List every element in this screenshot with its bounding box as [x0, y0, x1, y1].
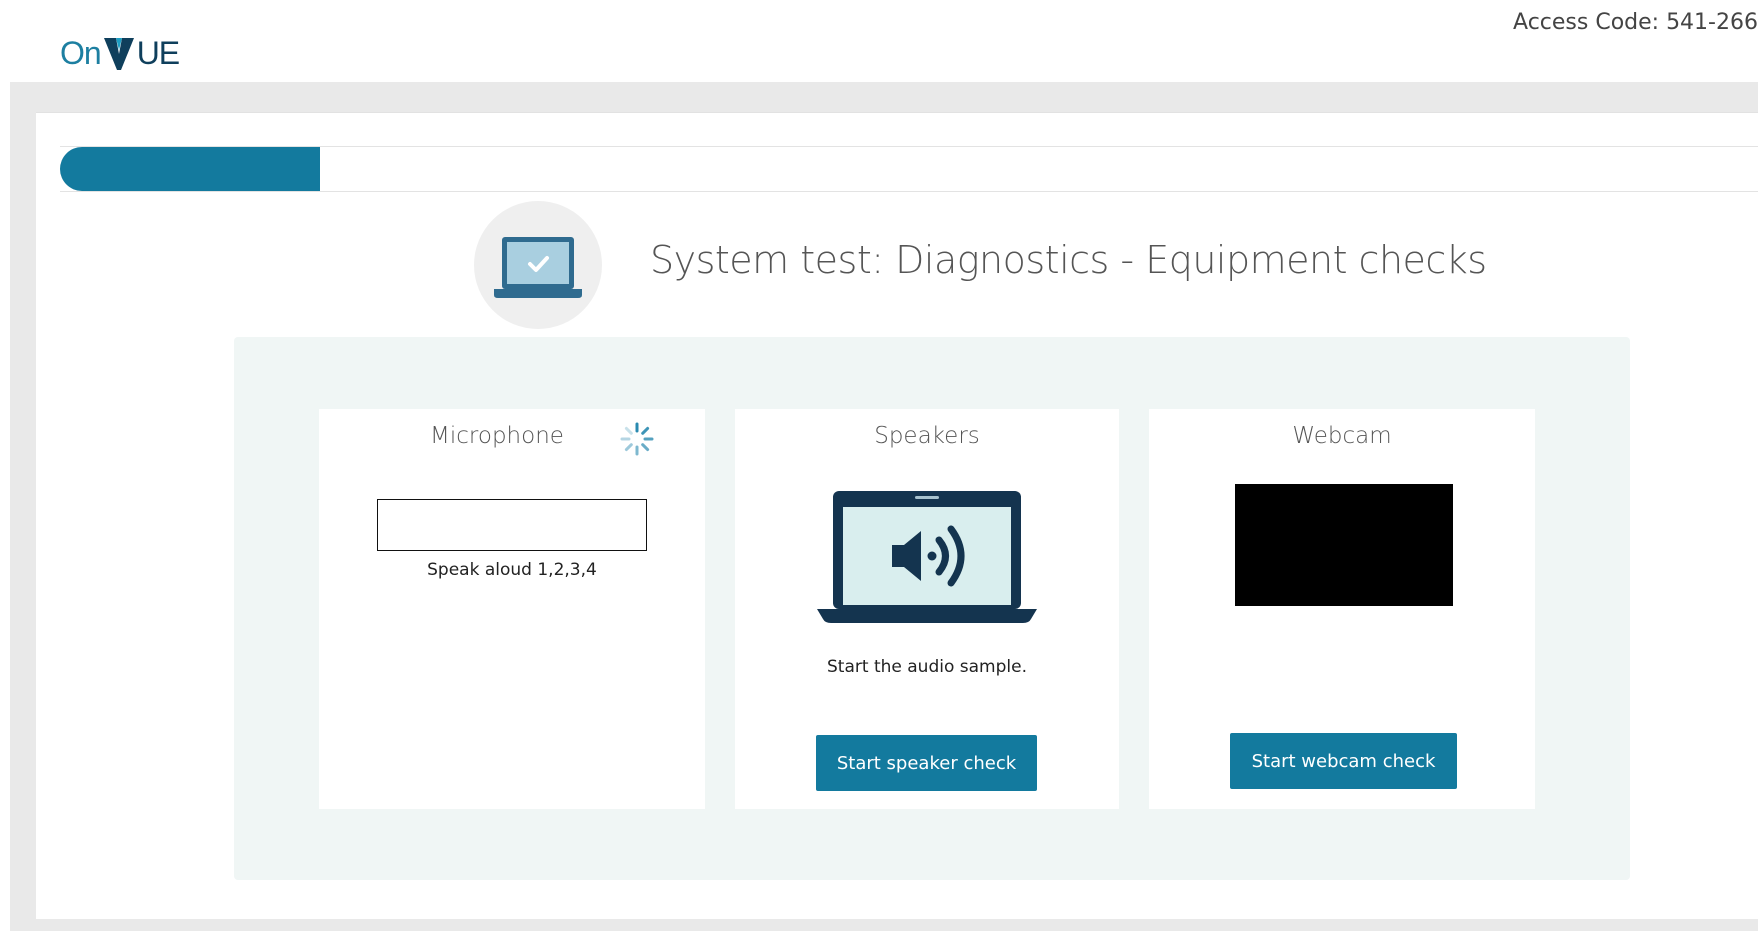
laptop-check-icon	[494, 237, 582, 298]
start-webcam-check-button[interactable]: Start webcam check	[1230, 733, 1457, 789]
start-speaker-check-button[interactable]: Start speaker check	[816, 735, 1037, 791]
progress-bar	[60, 146, 1758, 192]
access-code: Access Code: 541-266	[1513, 10, 1758, 35]
system-test-badge	[474, 201, 602, 329]
speakers-card: Speakers Start the audio sample. Start s…	[735, 409, 1119, 809]
loading-spinner-icon	[620, 422, 654, 456]
progress-bar-fill	[60, 147, 320, 191]
speakers-hint: Start the audio sample.	[827, 657, 1027, 677]
logo-ue-text: UE	[136, 35, 180, 71]
webcam-card: Webcam Start webcam check	[1149, 409, 1535, 809]
speakers-title: Speakers	[874, 423, 980, 449]
top-bar: On UE Access Code: 541-266	[0, 0, 1758, 82]
webcam-title: Webcam	[1292, 423, 1392, 449]
webcam-preview	[1235, 484, 1453, 606]
page-title: System test: Diagnostics - Equipment che…	[650, 238, 1487, 282]
microphone-level-meter	[377, 499, 647, 551]
microphone-card: Microphone Speak aloud 1,2,3,4	[319, 409, 705, 809]
logo-on-text: On	[60, 35, 102, 71]
microphone-hint: Speak aloud 1,2,3,4	[427, 560, 597, 580]
onvue-logo: On UE	[60, 22, 180, 72]
logo-v-icon	[103, 38, 134, 70]
laptop-speaker-icon	[817, 491, 1037, 623]
